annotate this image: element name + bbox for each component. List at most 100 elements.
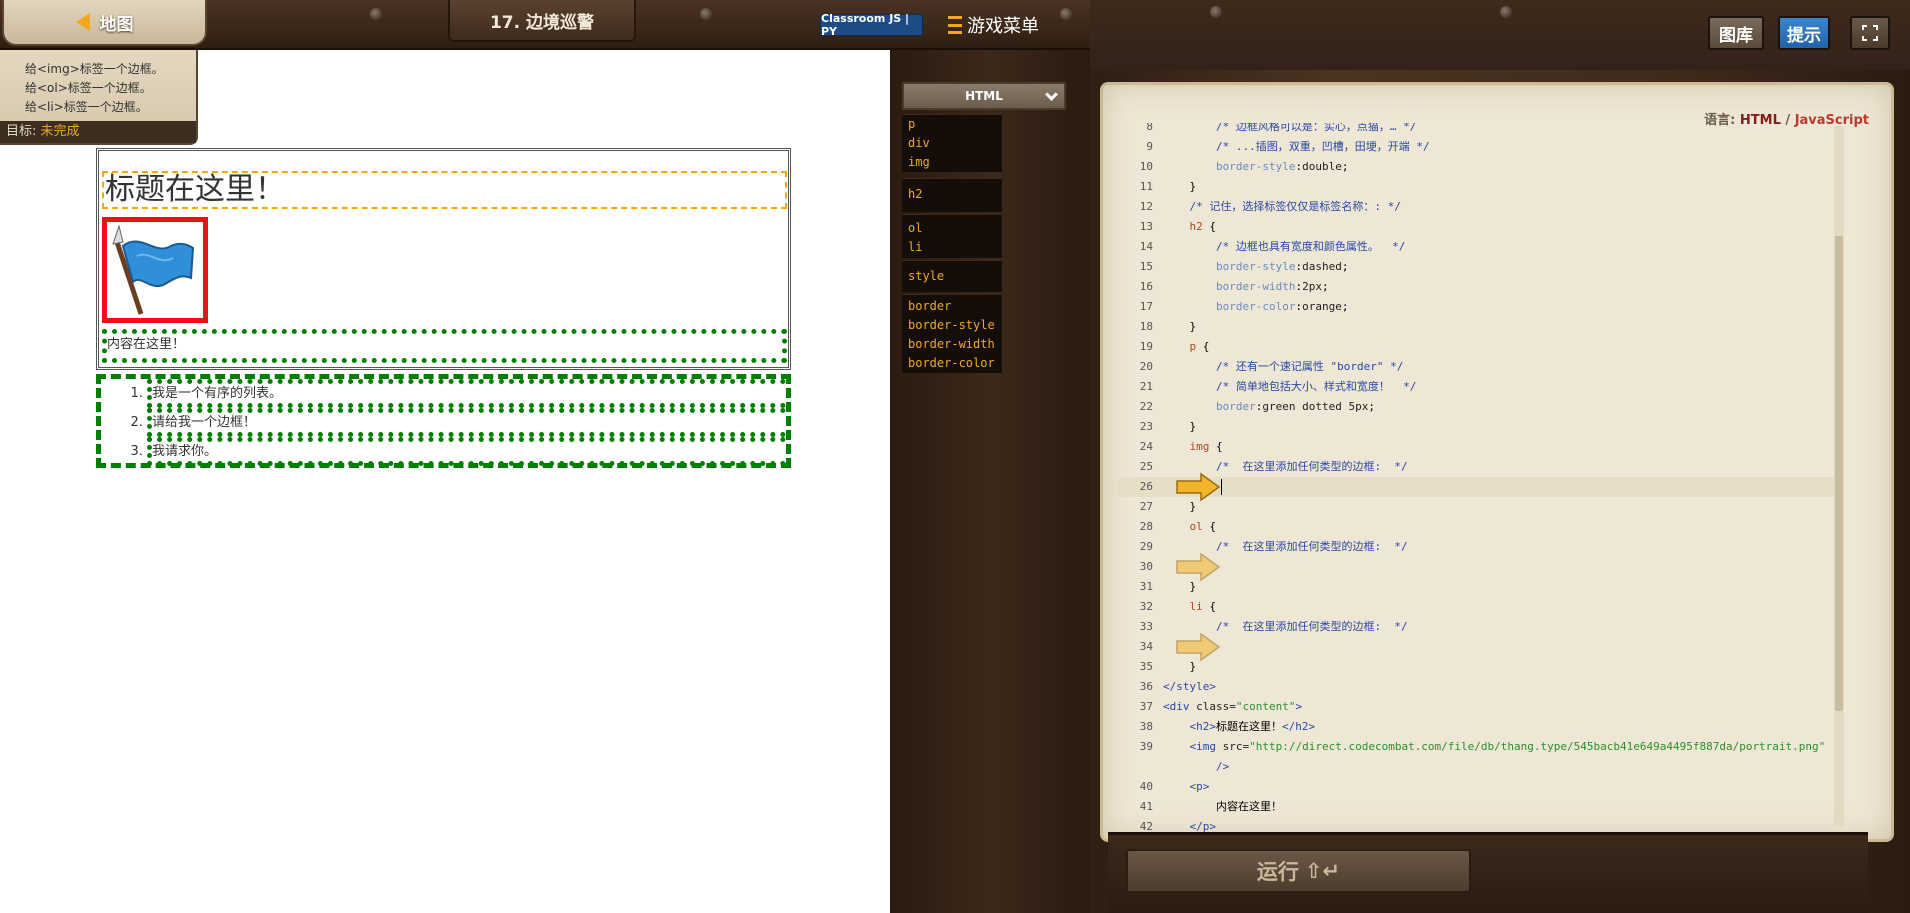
code-line[interactable]: 39 <img src="http://direct.codecombat.co… (1117, 737, 1837, 757)
code-text: /* 还有一个速记属性 "border" */ (1215, 360, 1404, 373)
code-text: border-color:orange; (1215, 300, 1349, 313)
code-line[interactable]: 23 } (1117, 417, 1837, 437)
palette-item-border-color[interactable]: border-color (902, 354, 1002, 373)
code-line[interactable]: 19 p { (1117, 337, 1837, 357)
goal-status-value: 未完成 (40, 124, 80, 139)
code-line[interactable]: 20 /* 还有一个速记属性 "border" */ (1117, 357, 1837, 377)
line-number: 31 (1139, 580, 1153, 593)
goal-item: 给<ol>标签一个边框。 (25, 81, 152, 95)
run-button[interactable]: 运行 ⇧↵ (1126, 849, 1471, 893)
code-line[interactable]: 27 } (1117, 497, 1837, 517)
code-line[interactable]: 15 border-style:dashed; (1117, 257, 1837, 277)
code-line[interactable]: 21 /* 简单地包括大小、样式和宽度！ */ (1117, 377, 1837, 397)
code-text: 内容在这里！ (1163, 800, 1282, 813)
preview-ordered-list: 我是一个有序的列表。 请给我一个边框！ 我请求你。 (96, 374, 791, 468)
line-number: 41 (1139, 800, 1153, 813)
code-text: /> (1215, 760, 1230, 773)
code-line[interactable]: 8 /* 边框风格可以是：实心，点猫，… */ (1117, 123, 1837, 137)
fullscreen-button[interactable] (1850, 16, 1890, 50)
palette-header[interactable]: HTML (902, 82, 1066, 110)
goal-status-label: 目标: (6, 124, 37, 139)
goal-item: 给<img>标签一个边框。 (25, 62, 164, 76)
code-line[interactable]: 10 border-style:double; (1117, 157, 1837, 177)
code-text: border:green dotted 5px; (1215, 400, 1375, 413)
code-line[interactable]: 41 内容在这里！ (1117, 797, 1837, 817)
code-text: <p> (1189, 780, 1210, 793)
code-line[interactable]: 42 </p> (1117, 817, 1837, 833)
code-line[interactable]: /> (1117, 757, 1837, 777)
code-line[interactable]: 34 (1117, 637, 1837, 657)
palette-item-ol[interactable]: ol (902, 219, 1002, 238)
palette-item-border-style[interactable]: border-style (902, 316, 1002, 335)
code-line[interactable]: 40 <p> (1117, 777, 1837, 797)
code-text: <h2>标题在这里！</h2> (1189, 720, 1316, 733)
palette-item-border[interactable]: border (902, 297, 1002, 316)
code-line[interactable]: 36 </style> (1117, 677, 1837, 697)
code-line[interactable]: 11 } (1117, 177, 1837, 197)
palette-group: ol li (902, 214, 1002, 258)
code-line[interactable]: 14 /* 边框也具有宽度和颜色属性。 */ (1117, 237, 1837, 257)
line-number: 27 (1139, 500, 1153, 513)
code-line[interactable]: 38 <h2>标题在这里！</h2> (1117, 717, 1837, 737)
goals-panel: 给<img>标签一个边框。 给<ol>标签一个边框。 给<li>标签一个边框。 … (0, 50, 198, 145)
preview-paragraph: 内容在这里！ (102, 329, 787, 363)
code-editor[interactable]: 8 /* 边框风格可以是：实心，点猫，… */9 /* ...插图，双重，凹槽，… (1117, 123, 1837, 833)
code-text: /* 边框风格可以是：实心，点猫，… */ (1215, 123, 1417, 133)
line-number: 10 (1139, 160, 1153, 173)
code-line[interactable]: 16 border-width:2px; (1117, 277, 1837, 297)
code-line[interactable]: 24 img { (1117, 437, 1837, 457)
palette-item-style[interactable]: style (902, 267, 1002, 286)
code-line[interactable]: 12 /* 记住，选择标签仅仅是标签名称：: */ (1117, 197, 1837, 217)
game-menu-button[interactable]: 游戏菜单 (948, 12, 1039, 38)
code-text: } (1163, 660, 1197, 673)
fullscreen-icon (1862, 25, 1878, 41)
nail-icon (700, 8, 712, 20)
level-title: 17. 边境巡警 (448, 0, 636, 42)
code-line[interactable]: 30 (1117, 557, 1837, 577)
classroom-language-badge[interactable]: Classroom JS | PY (820, 12, 923, 38)
editor-scrollbar-thumb[interactable] (1835, 236, 1843, 711)
preview-flag-image (102, 217, 208, 323)
line-number: 28 (1139, 520, 1153, 533)
palette-item-p[interactable]: p (902, 115, 1002, 134)
code-line[interactable]: 26 (1117, 477, 1837, 497)
code-line[interactable]: 31 } (1117, 577, 1837, 597)
preview-content-div: 标题在这里！ 内容在这里！ (96, 148, 791, 370)
code-text: border-width:2px; (1215, 280, 1329, 293)
code-line[interactable]: 25 /* 在这里添加任何类型的边框: */ (1117, 457, 1837, 477)
list-item: 我请求你。 (147, 437, 786, 466)
spell-palette: HTML p div img h2 ol li style border bor… (890, 50, 1090, 913)
palette-group: h2 (902, 178, 1002, 212)
code-line[interactable]: 22 border:green dotted 5px; (1117, 397, 1837, 417)
palette-item-div[interactable]: div (902, 134, 1002, 153)
line-number: 34 (1139, 640, 1153, 653)
code-line[interactable]: 9 /* ...插图，双重，凹槽，田埂，开端 */ (1117, 137, 1837, 157)
map-button[interactable]: 地图 (2, 0, 207, 46)
palette-item-img[interactable]: img (902, 153, 1002, 172)
list-item: 请给我一个边框！ (147, 408, 786, 437)
code-line[interactable]: 18 } (1117, 317, 1837, 337)
code-line[interactable]: 29 /* 在这里添加任何类型的边框: */ (1117, 537, 1837, 557)
palette-item-h2[interactable]: h2 (902, 185, 1002, 204)
editor-scrollbar[interactable] (1834, 126, 1844, 826)
code-line[interactable]: 28 ol { (1117, 517, 1837, 537)
palette-item-border-width[interactable]: border-width (902, 335, 1002, 354)
code-text: border-style:double; (1215, 160, 1349, 173)
code-line[interactable]: 32 li { (1117, 597, 1837, 617)
code-line[interactable]: 35 } (1117, 657, 1837, 677)
code-line[interactable]: 37 <div class="content"> (1117, 697, 1837, 717)
library-button[interactable]: 图库 (1708, 16, 1764, 50)
palette-group: border border-style border-width border-… (902, 294, 1002, 373)
line-number: 11 (1139, 180, 1153, 193)
run-bar: 运行 ⇧↵ (1108, 832, 1868, 913)
hint-button[interactable]: 提示 (1778, 16, 1830, 50)
code-line[interactable]: 13 h2 { (1117, 217, 1837, 237)
code-line[interactable]: 17 border-color:orange; (1117, 297, 1837, 317)
run-button-label: 运行 (1256, 860, 1299, 884)
palette-item-li[interactable]: li (902, 238, 1002, 257)
code-line[interactable]: 33 /* 在这里添加任何类型的边框: */ (1117, 617, 1837, 637)
code-text: li { (1189, 600, 1217, 613)
flag-icon (112, 224, 195, 315)
line-number: 23 (1139, 420, 1153, 433)
line-number: 18 (1139, 320, 1153, 333)
